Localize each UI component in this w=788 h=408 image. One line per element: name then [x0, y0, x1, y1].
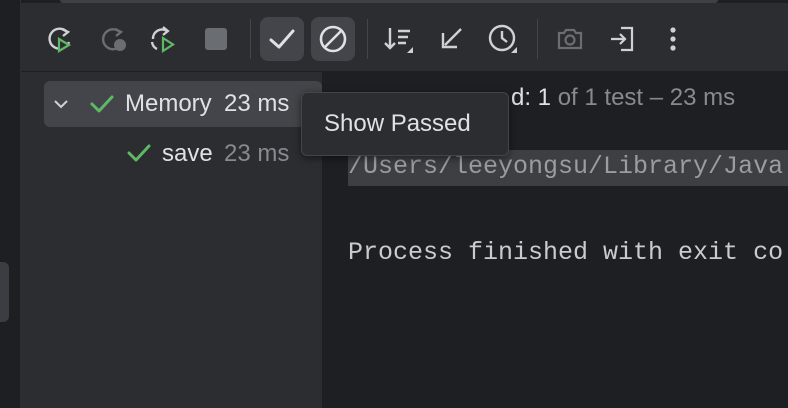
- history-button[interactable]: [481, 17, 525, 61]
- test-runner-toolbar: [21, 3, 788, 72]
- show-passed-button[interactable]: [260, 17, 304, 61]
- left-tool-strip: [0, 0, 21, 408]
- camera-icon: [557, 28, 583, 50]
- show-ignored-button[interactable]: [311, 17, 355, 61]
- tree-node-time: 23 ms: [224, 140, 290, 167]
- process-finished-line: Process finished with exit co: [348, 238, 784, 267]
- command-line: /Users/leeyongsu/Library/Java: [348, 152, 784, 181]
- tree-node-name: save: [162, 140, 213, 167]
- left-strip-handle[interactable]: [0, 262, 9, 322]
- tree-row-root[interactable]: Memory 23 ms: [44, 81, 322, 127]
- tooltip-text: Show Passed: [324, 110, 471, 137]
- toolbar-separator: [537, 19, 538, 59]
- stop-icon: [205, 28, 227, 50]
- clock-icon: [488, 24, 517, 53]
- import-tests-button[interactable]: [429, 17, 473, 61]
- toolbar-separator: [367, 19, 368, 59]
- tree-row-child[interactable]: save 23 ms: [121, 134, 321, 174]
- rerun-button[interactable]: [39, 17, 83, 61]
- export-button[interactable]: [601, 17, 645, 61]
- check-icon: [90, 95, 114, 113]
- import-icon: [441, 28, 462, 49]
- stop-button[interactable]: [194, 17, 238, 61]
- tree-node-name: Memory: [125, 90, 212, 117]
- tooltip: Show Passed: [301, 92, 509, 156]
- more-vertical-icon: [670, 27, 676, 51]
- rerun-failed-icon: [101, 27, 126, 51]
- export-icon: [611, 26, 634, 52]
- status-suffix: of 1 test – 23 ms: [557, 84, 736, 111]
- ignored-icon: [319, 25, 347, 53]
- rerun-failed-button[interactable]: [92, 17, 136, 61]
- more-options-button[interactable]: [651, 17, 695, 61]
- toggle-auto-test-button[interactable]: [141, 17, 185, 61]
- sort-button[interactable]: [377, 17, 421, 61]
- check-icon: [269, 29, 295, 49]
- screenshot-button[interactable]: [548, 17, 592, 61]
- sort-icon: [384, 28, 413, 53]
- status-passed-label: d: 1: [511, 84, 552, 111]
- tree-node-time: 23 ms: [224, 90, 290, 117]
- toolbar-separator: [250, 19, 251, 59]
- test-tree-panel: Memory 23 ms save 23 ms: [21, 72, 323, 408]
- check-icon: [127, 144, 151, 162]
- toggle-auto-test-icon: [150, 26, 176, 54]
- chevron-down-icon[interactable]: [52, 95, 70, 113]
- rerun-icon: [48, 27, 72, 53]
